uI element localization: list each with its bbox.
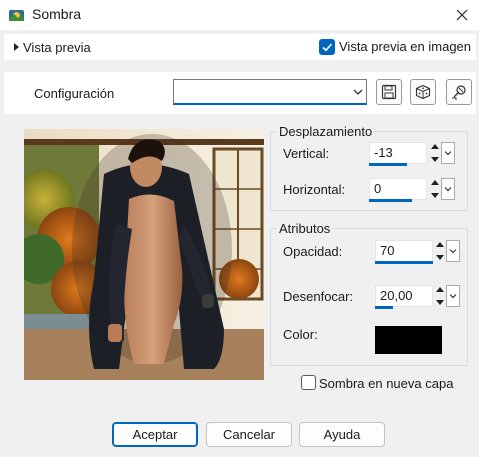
color-swatch[interactable]: [375, 326, 442, 354]
vertical-spinner[interactable]: [429, 142, 441, 164]
horizontal-input[interactable]: 0: [369, 178, 427, 200]
reset-preset-button[interactable]: [446, 79, 472, 105]
vertical-dropdown-button[interactable]: [441, 142, 455, 164]
configuration-label: Configuración: [34, 86, 115, 101]
app-logo-icon: [8, 7, 25, 23]
preview-toggle-label: Vista previa: [23, 39, 91, 55]
vertical-slider-bar[interactable]: [369, 163, 407, 166]
spin-up-icon[interactable]: [431, 180, 439, 185]
preview-image: [24, 129, 264, 380]
checkmark-icon: [322, 43, 333, 52]
shadow-new-layer-label: Sombra en nueva capa: [319, 376, 454, 391]
cancel-button[interactable]: Cancelar: [206, 422, 292, 447]
horizontal-label: Horizontal:: [283, 182, 346, 197]
displacement-group-title: Desplazamiento: [277, 124, 375, 139]
chevron-down-icon[interactable]: [351, 85, 365, 99]
chevron-down-icon: [449, 249, 457, 254]
ok-button[interactable]: Aceptar: [112, 422, 198, 447]
spin-up-icon[interactable]: [436, 242, 444, 247]
vertical-input[interactable]: -13: [369, 142, 427, 164]
vertical-label: Vertical:: [283, 146, 330, 161]
blur-slider-bar[interactable]: [375, 306, 393, 309]
window-title: Sombra: [32, 6, 82, 22]
close-button[interactable]: [448, 2, 476, 28]
color-label: Color:: [283, 327, 318, 342]
preview-in-image-label: Vista previa en imagen: [339, 39, 472, 54]
spin-down-icon[interactable]: [431, 157, 439, 162]
save-preset-button[interactable]: [376, 79, 402, 105]
save-icon: [381, 84, 397, 100]
spin-down-icon[interactable]: [431, 193, 439, 198]
horizontal-dropdown-button[interactable]: [441, 178, 455, 200]
reset-icon: [452, 85, 466, 100]
opacity-slider-bar[interactable]: [375, 261, 433, 264]
configuration-combobox[interactable]: [173, 79, 367, 105]
spin-up-icon[interactable]: [431, 144, 439, 149]
chevron-right-icon: [14, 43, 19, 51]
chevron-down-icon: [444, 151, 452, 156]
blur-spinner[interactable]: [434, 285, 446, 307]
attributes-group-title: Atributos: [277, 221, 333, 236]
help-button[interactable]: Ayuda: [299, 422, 385, 447]
horizontal-spinner[interactable]: [429, 178, 441, 200]
close-icon: [456, 9, 468, 21]
opacity-dropdown-button[interactable]: [446, 240, 460, 262]
opacity-input[interactable]: 70: [375, 240, 433, 262]
opacity-label: Opacidad:: [283, 244, 343, 259]
opacity-spinner[interactable]: [434, 240, 446, 262]
chevron-down-icon: [449, 294, 457, 299]
spin-up-icon[interactable]: [436, 287, 444, 292]
horizontal-slider-bar[interactable]: [369, 199, 412, 202]
blur-label: Desenfocar:: [283, 289, 354, 304]
preview-toggle-button[interactable]: Vista previa: [6, 34, 96, 60]
random-preset-button[interactable]: [410, 79, 436, 105]
shadow-new-layer-checkbox[interactable]: [301, 375, 316, 390]
dice-icon: [415, 84, 431, 100]
spin-down-icon[interactable]: [436, 300, 444, 305]
blur-dropdown-button[interactable]: [446, 285, 460, 307]
chevron-down-icon: [444, 187, 452, 192]
preview-in-image-checkbox[interactable]: [319, 39, 335, 55]
spin-down-icon[interactable]: [436, 255, 444, 260]
blur-input[interactable]: 20,00: [375, 285, 433, 307]
